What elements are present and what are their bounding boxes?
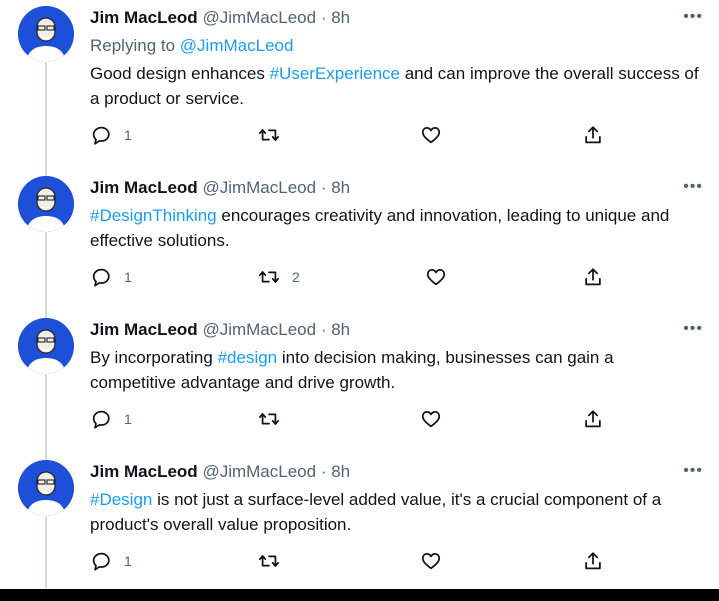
reply-count: 1 <box>124 553 132 569</box>
reply-count: 1 <box>124 269 132 285</box>
retweet-count: 2 <box>292 269 300 285</box>
more-options-icon[interactable]: ••• <box>683 320 703 338</box>
tweet-actions: 1 <box>90 408 610 430</box>
tweet-header: Jim MacLeod @JimMacLeod · 8h <box>90 8 350 28</box>
retweet-icon <box>258 555 280 567</box>
tweet-header: Jim MacLeod @JimMacLeod · 8h <box>90 320 350 340</box>
separator-dot: · <box>320 462 327 481</box>
avatar[interactable] <box>18 460 74 516</box>
author-handle[interactable]: @JimMacLeod <box>202 320 316 339</box>
tweet-text: By incorporating #design into decision m… <box>90 345 700 395</box>
like-button[interactable] <box>425 266 459 288</box>
share-icon <box>585 552 601 570</box>
like-button[interactable] <box>420 124 454 146</box>
text-segment: By incorporating <box>90 348 218 367</box>
like-button[interactable] <box>420 408 454 430</box>
tweet[interactable]: Jim MacLeod @JimMacLeod · 8h ••• By inco… <box>0 312 719 454</box>
retweet-button[interactable] <box>258 124 292 146</box>
like-button[interactable] <box>420 550 454 572</box>
heart-icon <box>421 410 441 428</box>
hashtag-link[interactable]: #UserExperience <box>270 64 400 83</box>
text-segment: Good design enhances <box>90 64 270 83</box>
author-name[interactable]: Jim MacLeod <box>90 8 198 27</box>
share-icon <box>585 126 601 144</box>
avatar[interactable] <box>18 318 74 374</box>
author-name[interactable]: Jim MacLeod <box>90 178 198 197</box>
share-icon <box>585 410 601 428</box>
reply-button[interactable]: 1 <box>90 550 132 572</box>
more-options-icon[interactable]: ••• <box>683 178 703 196</box>
share-button[interactable] <box>582 266 604 288</box>
author-handle[interactable]: @JimMacLeod <box>202 8 316 27</box>
reply-button[interactable]: 1 <box>90 124 132 146</box>
share-button[interactable] <box>582 124 604 146</box>
hashtag-link[interactable]: #Design <box>90 490 152 509</box>
reply-count: 1 <box>124 127 132 143</box>
heart-icon <box>421 552 441 570</box>
share-button[interactable] <box>582 408 604 430</box>
separator-dot: · <box>320 8 327 27</box>
heart-icon <box>426 268 446 286</box>
reply-button[interactable]: 1 <box>90 266 132 288</box>
timestamp[interactable]: 8h <box>331 462 350 481</box>
reply-icon <box>92 552 110 571</box>
tweet-text: #Design is not just a surface-level adde… <box>90 487 700 537</box>
share-icon <box>585 268 601 286</box>
tweet-header: Jim MacLeod @JimMacLeod · 8h <box>90 462 350 482</box>
bottom-bar <box>0 589 719 601</box>
reply-icon <box>92 126 110 145</box>
tweet[interactable]: Jim MacLeod @JimMacLeod · 8h ••• Replyin… <box>0 0 719 145</box>
tweet-actions: 1 <box>90 550 610 572</box>
replying-to: Replying to @JimMacLeod <box>90 36 293 56</box>
reply-count: 1 <box>124 411 132 427</box>
author-handle[interactable]: @JimMacLeod <box>202 178 316 197</box>
hashtag-link[interactable]: #DesignThinking <box>90 206 217 225</box>
retweet-button[interactable]: 2 <box>258 266 300 288</box>
heart-icon <box>421 126 441 144</box>
tweet-text: Good design enhances #UserExperience and… <box>90 61 700 111</box>
more-options-icon[interactable]: ••• <box>683 462 703 480</box>
tweet[interactable]: Jim MacLeod @JimMacLeod · 8h ••• #Design… <box>0 170 719 312</box>
retweet-icon <box>258 271 280 283</box>
more-options-icon[interactable]: ••• <box>683 8 703 26</box>
timestamp[interactable]: 8h <box>331 320 350 339</box>
avatar[interactable] <box>18 6 74 62</box>
reply-button[interactable]: 1 <box>90 408 132 430</box>
reply-icon <box>92 410 110 429</box>
retweet-icon <box>258 129 280 141</box>
separator-dot: · <box>320 178 327 197</box>
share-button[interactable] <box>582 550 604 572</box>
timestamp[interactable]: 8h <box>331 178 350 197</box>
tweet-text: #DesignThinking encourages creativity an… <box>90 203 700 253</box>
replying-mention[interactable]: @JimMacLeod <box>180 36 294 55</box>
separator-dot: · <box>320 320 327 339</box>
retweet-icon <box>258 413 280 425</box>
reply-icon <box>92 268 110 287</box>
replying-prefix: Replying to <box>90 36 176 55</box>
retweet-button[interactable] <box>258 550 292 572</box>
timestamp[interactable]: 8h <box>331 8 350 27</box>
retweet-button[interactable] <box>258 408 292 430</box>
tweet[interactable]: Jim MacLeod @JimMacLeod · 8h ••• #Design… <box>0 454 719 596</box>
tweet-actions: 1 <box>90 124 610 146</box>
author-name[interactable]: Jim MacLeod <box>90 462 198 481</box>
text-segment: is not just a surface-level added value,… <box>90 490 662 534</box>
author-handle[interactable]: @JimMacLeod <box>202 462 316 481</box>
tweet-header: Jim MacLeod @JimMacLeod · 8h <box>90 178 350 198</box>
author-name[interactable]: Jim MacLeod <box>90 320 198 339</box>
tweet-actions: 1 2 <box>90 266 610 288</box>
avatar[interactable] <box>18 176 74 232</box>
hashtag-link[interactable]: #design <box>218 348 278 367</box>
